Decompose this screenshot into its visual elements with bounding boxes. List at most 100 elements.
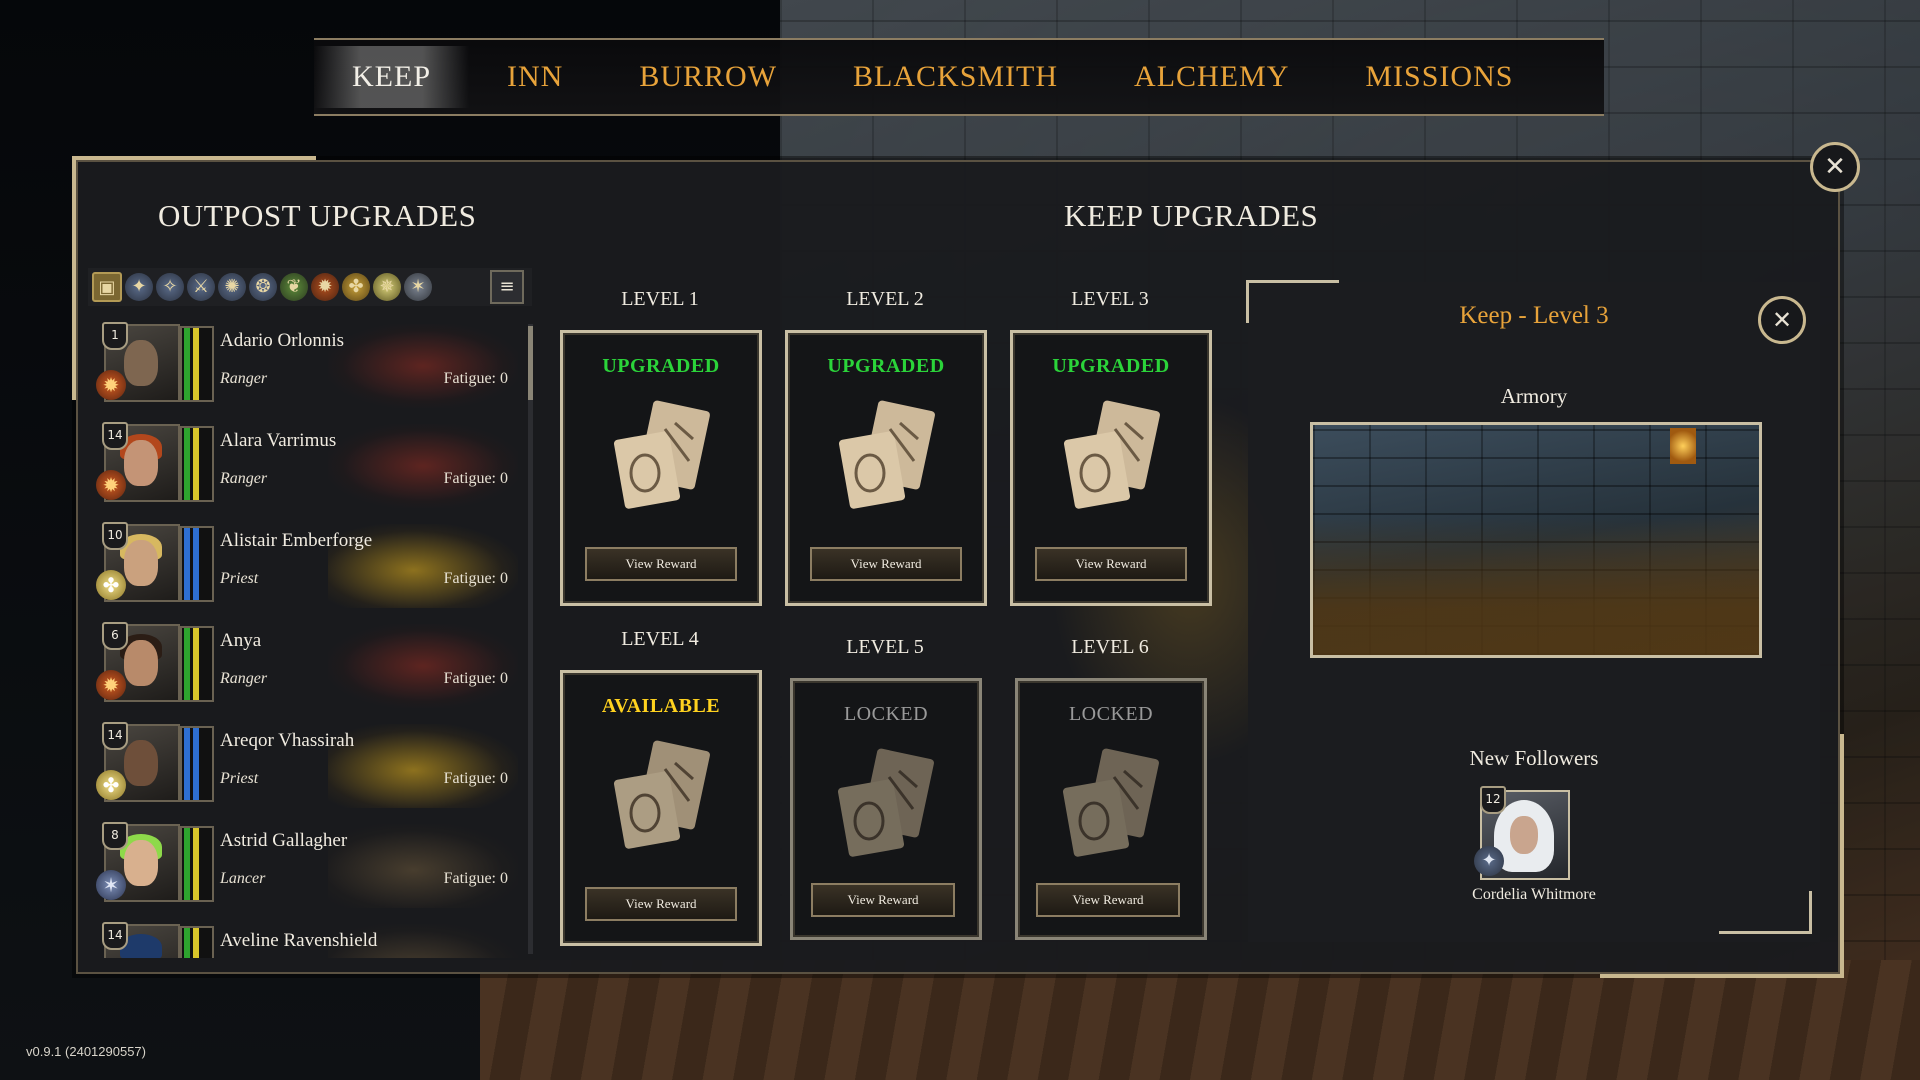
view-reward-button[interactable]: View Reward — [585, 887, 737, 921]
follower-name: Alara Varrimus — [220, 430, 337, 451]
follower-row[interactable]: 10 ✤ Alistair Emberforge Priest Fatigue:… — [92, 518, 522, 618]
blueprint-scroll-icon — [613, 740, 710, 849]
stat-bars — [180, 826, 214, 902]
level-3-card[interactable]: UPGRADED View Reward — [1010, 330, 1212, 606]
level-badge: 10 — [102, 522, 128, 550]
level-badge: 8 — [102, 822, 128, 850]
new-follower-name: Cordelia Whitmore — [1472, 886, 1596, 903]
level-1-title: LEVEL 1 — [621, 288, 699, 310]
stat-bars — [180, 326, 214, 402]
follower-class: Priest — [220, 770, 259, 787]
reward-name: Armory — [1500, 384, 1568, 408]
tab-blacksmith[interactable]: BLACKSMITH — [815, 46, 1096, 108]
mage-icon: ✦ — [1474, 846, 1504, 876]
monk-icon[interactable]: ✺ — [218, 273, 246, 301]
level-status: LOCKED — [1068, 703, 1154, 725]
lancer-icon[interactable]: ✶ — [404, 273, 432, 301]
paladin-icon[interactable]: ⚔ — [187, 273, 215, 301]
tab-burrow[interactable]: BURROW — [601, 46, 815, 108]
blueprint-scroll-icon — [1062, 748, 1159, 857]
level-badge: 14 — [102, 422, 128, 450]
follower-fatigue: Fatigue: 0 — [443, 770, 508, 787]
stat-bars — [180, 526, 214, 602]
class-emblem — [328, 824, 518, 908]
druid-icon[interactable]: ❦ — [280, 273, 308, 301]
new-followers-label: New Followers — [1469, 746, 1599, 770]
outpost-upgrades-title: OUTPOST UPGRADES — [158, 198, 477, 233]
blueprint-scroll-icon — [838, 400, 935, 509]
follower-name: Aveline Ravenshield — [220, 930, 378, 951]
level-1-card[interactable]: UPGRADED View Reward — [560, 330, 762, 606]
level-5-card[interactable]: LOCKED View Reward — [790, 678, 982, 940]
level-2-card[interactable]: UPGRADED View Reward — [785, 330, 987, 606]
close-panel-button[interactable]: ✕ — [1810, 142, 1860, 192]
follower-fatigue: Fatigue: 0 — [443, 370, 508, 387]
class-filter-bar: ▣ ✦ ✧ ⚔ ✺ ❂ ❦ ✹ ✤ ✵ ✶ ≡ — [88, 268, 532, 306]
follower-list: 1 ✹ Adario Orlonnis Ranger Fatigue: 0 14… — [92, 318, 528, 958]
tab-alchemy[interactable]: ALCHEMY — [1096, 46, 1327, 108]
tab-inn[interactable]: INN — [469, 46, 601, 108]
blueprint-scroll-icon — [1063, 400, 1160, 509]
priest-icon: ✤ — [96, 770, 126, 800]
knight-icon[interactable]: ✧ — [156, 273, 184, 301]
follower-fatigue: Fatigue: 0 — [443, 670, 508, 687]
list-scrollbar[interactable] — [528, 324, 533, 954]
priest-icon[interactable]: ✤ — [342, 273, 370, 301]
class-emblem — [328, 424, 518, 508]
ranger-icon: ✹ — [96, 470, 126, 500]
follower-row[interactable]: 14 ✤ Areqor Vhassirah Priest Fatigue: 0 — [92, 718, 522, 818]
ranger-icon: ✹ — [96, 670, 126, 700]
follower-class: Ranger — [220, 370, 268, 387]
torch-icon — [1670, 428, 1696, 464]
class-emblem — [328, 724, 518, 808]
view-reward-button[interactable]: View Reward — [1035, 547, 1187, 581]
follower-row[interactable]: 8 ✶ Astrid Gallagher Lancer Fatigue: 0 — [92, 818, 522, 918]
top-navigation: KEEP INN BURROW BLACKSMITH ALCHEMY MISSI… — [314, 38, 1604, 116]
level-badge: 6 — [102, 622, 128, 650]
mage-icon[interactable]: ✦ — [125, 273, 153, 301]
ranger-icon[interactable]: ✹ — [311, 273, 339, 301]
level-3-title: LEVEL 3 — [1071, 288, 1149, 310]
follower-class: Ranger — [220, 470, 268, 487]
class-emblem — [328, 624, 518, 708]
blueprint-scroll-icon — [837, 748, 934, 857]
follower-row[interactable]: 14 Aveline Ravenshield — [92, 918, 522, 958]
popup-title: Keep - Level 3 — [1459, 302, 1609, 329]
level-status: AVAILABLE — [601, 695, 721, 717]
level-badge: 1 — [102, 322, 128, 350]
level-2-title: LEVEL 2 — [846, 288, 924, 310]
lancer-icon: ✶ — [96, 870, 126, 900]
blueprint-scroll-icon — [613, 400, 710, 509]
tab-missions[interactable]: MISSIONS — [1327, 46, 1551, 108]
all-filter-icon[interactable]: ▣ — [92, 272, 122, 302]
view-reward-button[interactable]: View Reward — [811, 883, 955, 917]
close-popup-button[interactable]: ✕ — [1758, 296, 1806, 344]
follower-row[interactable]: 6 ✹ Anya Ranger Fatigue: 0 — [92, 618, 522, 718]
level-badge: 14 — [102, 922, 128, 950]
version-label: v0.9.1 (2401290557) — [26, 1044, 146, 1059]
class-emblem — [328, 324, 518, 408]
follower-class: Lancer — [220, 870, 266, 887]
tab-keep[interactable]: KEEP — [314, 46, 469, 108]
view-reward-button[interactable]: View Reward — [1036, 883, 1180, 917]
level-status: UPGRADED — [1052, 355, 1170, 377]
view-reward-button[interactable]: View Reward — [810, 547, 962, 581]
level-6-title: LEVEL 6 — [1071, 636, 1149, 658]
level-badge: 12 — [1480, 786, 1506, 814]
follower-row[interactable]: 14 ✹ Alara Varrimus Ranger Fatigue: 0 — [92, 418, 522, 518]
level-4-card[interactable]: AVAILABLE View Reward — [560, 670, 762, 946]
follower-name: Anya — [220, 630, 262, 651]
witch-icon[interactable]: ❂ — [249, 273, 277, 301]
level-6-card[interactable]: LOCKED View Reward — [1015, 678, 1207, 940]
follower-name: Areqor Vhassirah — [220, 730, 355, 751]
sort-button[interactable]: ≡ — [490, 270, 524, 304]
level-status: LOCKED — [843, 703, 929, 725]
cleric-icon[interactable]: ✵ — [373, 273, 401, 301]
stat-bars — [180, 926, 214, 958]
follower-row[interactable]: 1 ✹ Adario Orlonnis Ranger Fatigue: 0 — [92, 318, 522, 418]
list-scroll-thumb[interactable] — [528, 326, 533, 400]
background-floor — [480, 960, 1920, 1080]
stat-bars — [180, 726, 214, 802]
view-reward-button[interactable]: View Reward — [585, 547, 737, 581]
level-4-title: LEVEL 4 — [621, 628, 699, 650]
